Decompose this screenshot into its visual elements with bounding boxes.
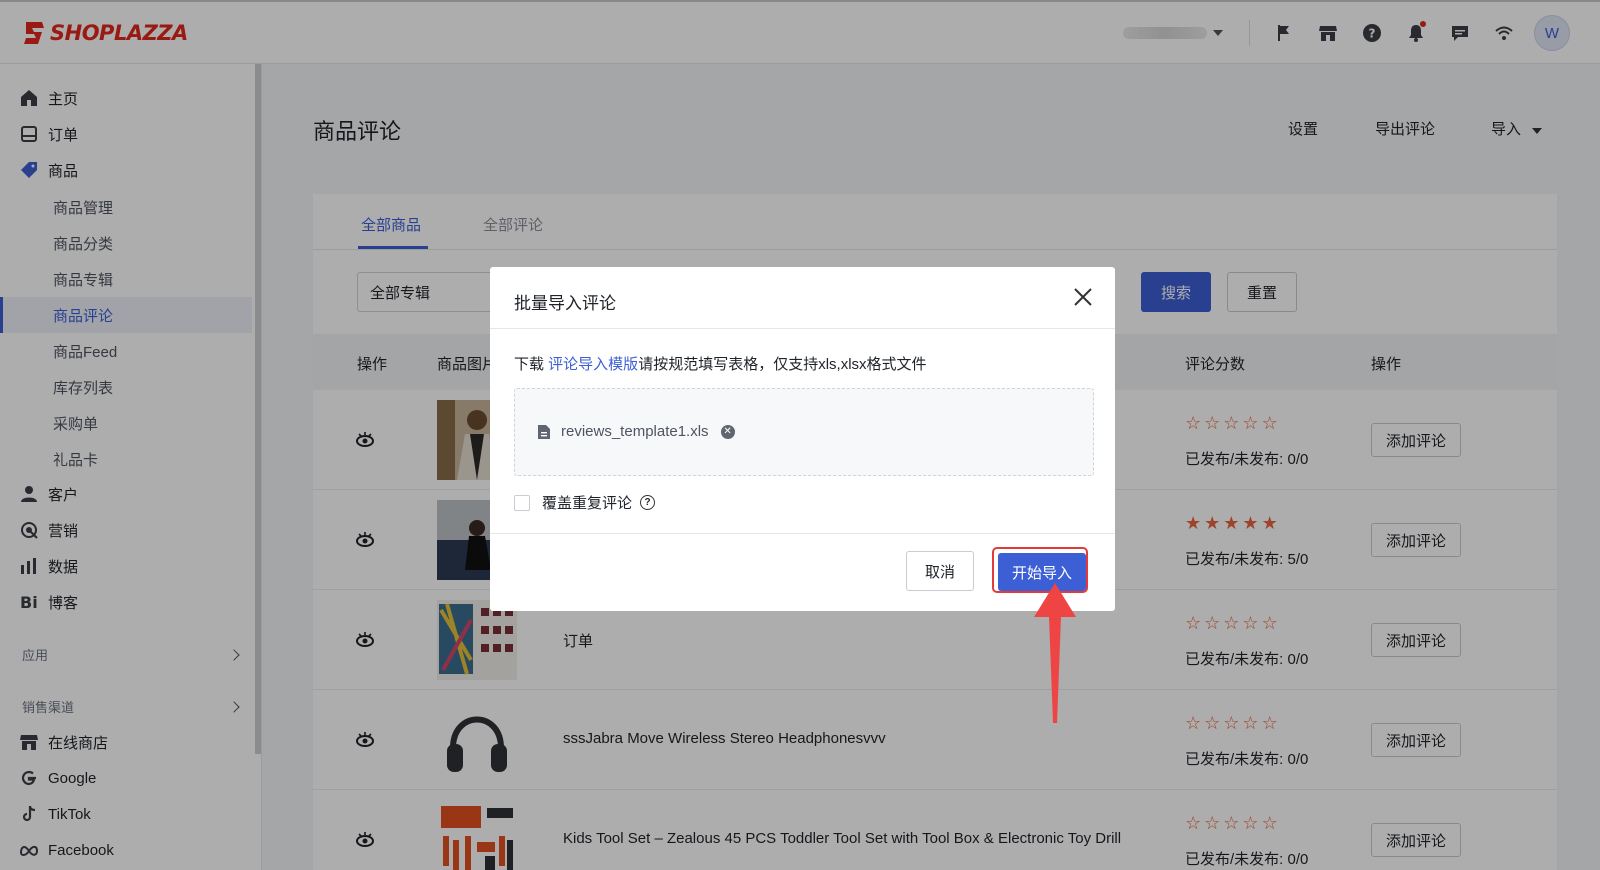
annotation-arrow-icon (1034, 583, 1076, 723)
file-icon (538, 424, 550, 439)
download-template-link[interactable]: 评论导入模版 (548, 356, 638, 373)
help-icon[interactable]: ? (640, 495, 656, 510)
desc-prefix: 下载 (514, 356, 549, 373)
overwrite-option: 覆盖重复评论 ? (514, 492, 656, 513)
close-icon[interactable] (1071, 285, 1095, 309)
modal-description: 下载 评论导入模版请按规范填写表格，仅支持xls,xlsx格式文件 (514, 353, 927, 374)
file-name: reviews_template1.xls (561, 423, 709, 440)
cancel-button[interactable]: 取消 (906, 551, 974, 591)
remove-file-icon[interactable]: ✕ (720, 424, 735, 439)
overwrite-label: 覆盖重复评论 (542, 495, 633, 512)
file-dropzone[interactable]: reviews_template1.xls ✕ (514, 388, 1094, 476)
modal-header: 批量导入评论 (490, 267, 1115, 329)
overwrite-checkbox[interactable] (514, 494, 530, 511)
desc-suffix: 请按规范填写表格，仅支持xls,xlsx格式文件 (638, 356, 927, 373)
import-reviews-modal: 批量导入评论 下载 评论导入模版请按规范填写表格，仅支持xls,xlsx格式文件… (490, 267, 1115, 611)
modal-footer: 取消 开始导入 (490, 533, 1115, 611)
uploaded-file: reviews_template1.xls ✕ (537, 423, 735, 440)
modal-title: 批量导入评论 (514, 294, 616, 313)
